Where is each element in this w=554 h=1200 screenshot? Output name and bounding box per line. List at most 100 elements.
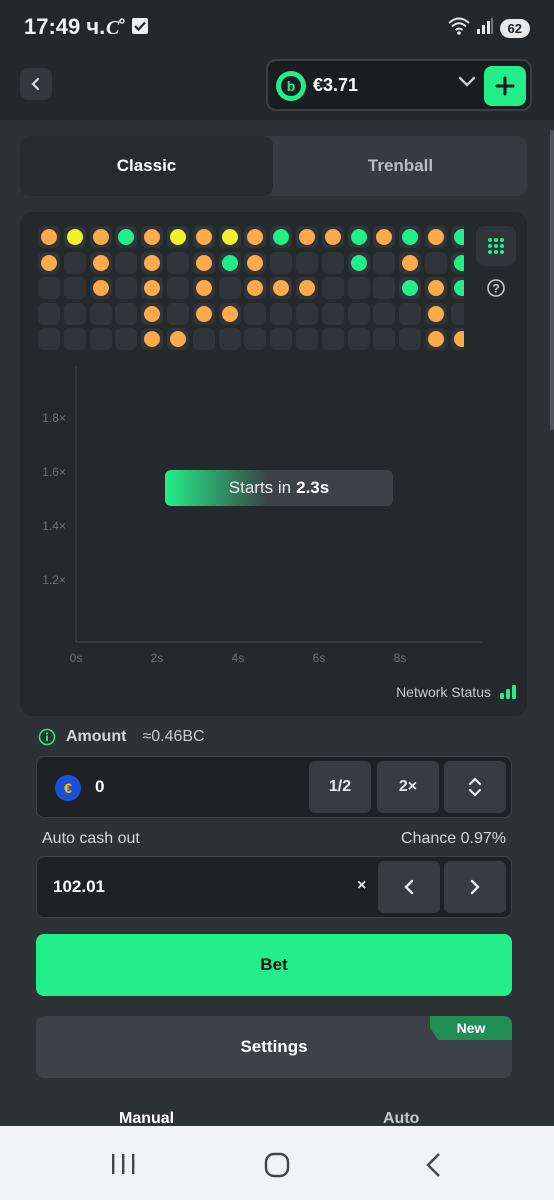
amount-value[interactable]: 0 [95,777,104,797]
history-result-dot[interactable] [453,280,464,297]
history-result-dot[interactable] [376,229,393,245]
history-cell [192,277,215,300]
decrease-button[interactable] [378,861,440,913]
auto-cash-out-input[interactable]: 102.01 × [36,856,512,918]
auto-cash-out-value[interactable]: 102.01 [53,877,105,897]
recent-apps-icon[interactable] [110,1152,136,1176]
chevron-down-icon[interactable] [458,75,476,94]
main-content: Classic Trenball ? 1.8× 1.6× 1.4× 1.2× 0s 2s… [0,120,554,1200]
wallet-selector[interactable]: b €3.71 [266,59,532,111]
history-result-dot[interactable] [92,254,109,271]
amount-range-button[interactable] [444,761,506,813]
history-result-dot[interactable] [144,331,161,348]
history-result-dot[interactable] [273,280,290,297]
help-icon[interactable]: ? [486,278,506,303]
history-cell [450,277,464,300]
y-tick-label: 1.4× [42,519,66,533]
amount-header: Amount ≈0.46BC [38,728,205,746]
history-result-dot[interactable] [144,280,161,297]
history-result-dot[interactable] [453,331,464,348]
history-result-dot[interactable] [144,254,161,271]
x-tick-label: 8s [394,651,407,665]
history-result-dot[interactable] [92,229,109,245]
history-result-dot[interactable] [195,305,212,322]
history-grid-button[interactable] [476,226,516,266]
history-result-dot[interactable] [402,280,419,297]
history-result-dot[interactable] [41,229,57,245]
history-result-dot[interactable] [170,229,186,245]
history-cell [115,226,138,248]
countdown-prefix: Starts in [228,478,292,497]
history-cell [63,328,86,351]
history-cell [141,302,164,325]
history-cell [167,277,189,300]
history-result-dot[interactable] [299,229,315,245]
history-result-dot[interactable] [247,280,264,297]
history-cell [321,251,344,274]
info-icon[interactable] [38,728,56,746]
history-result-dot[interactable] [247,229,264,245]
history-cell [141,328,164,351]
history-result-dot[interactable] [41,254,57,271]
chevron-left-icon [404,879,414,895]
history-cell [347,226,370,248]
history-cell [399,251,422,274]
chevron-right-icon [470,879,480,895]
half-button[interactable]: 1/2 [309,761,371,813]
history-result-dot[interactable] [350,254,367,271]
history-cell [244,251,267,274]
history-result-dot[interactable] [92,280,109,297]
back-button[interactable] [20,68,52,100]
history-result-dot[interactable] [453,254,464,271]
history-result-dot[interactable] [118,229,135,245]
history-result-dot[interactable] [299,280,315,297]
history-result-dot[interactable] [428,331,444,348]
history-result-dot[interactable] [195,229,212,245]
history-result-dot[interactable] [221,305,238,322]
history-cell [141,251,164,274]
amount-input[interactable]: € 0 1/2 2× [36,756,512,818]
history-result-dot[interactable] [170,331,186,348]
network-status: Network Status [396,684,517,700]
history-result-dot[interactable] [428,305,444,322]
history-result-dot[interactable] [221,254,238,271]
history-cell [425,226,447,248]
history-result-dot[interactable] [247,254,264,271]
x-tick-label: 4s [232,651,245,665]
back-nav-icon[interactable] [424,1152,442,1178]
tab-classic[interactable]: Classic [20,136,273,196]
history-result-dot[interactable] [428,280,444,297]
increase-button[interactable] [444,861,506,913]
settings-button[interactable]: Settings New [36,1016,512,1078]
history-cell [270,226,293,248]
chance-label: Chance 0.97% [401,830,506,847]
history-result-dot[interactable] [324,229,341,245]
history-result-dot[interactable] [453,229,464,245]
history-result-dot[interactable] [273,229,290,245]
settings-label: Settings [240,1037,308,1056]
history-result-dot[interactable] [428,229,444,245]
mode-tabs: Classic Trenball [20,136,527,196]
tab-trenball[interactable]: Trenball [274,136,527,196]
double-button[interactable]: 2× [377,761,439,813]
home-icon[interactable] [264,1152,290,1178]
history-result-dot[interactable] [402,254,419,271]
history-cell [347,328,370,351]
history-result-dot[interactable] [350,229,367,245]
history-result-dot[interactable] [195,254,212,271]
history-cell [321,328,344,351]
history-cell [38,328,60,351]
bet-button[interactable]: Bet [36,934,512,996]
history-result-dot[interactable] [221,229,238,245]
history-result-dot[interactable] [402,229,419,245]
history-result-dot[interactable] [195,280,212,297]
history-cell [347,302,370,325]
history-cell [218,302,241,325]
deposit-button[interactable] [484,66,526,106]
history-result-dot[interactable] [144,305,161,322]
history-cell [425,302,447,325]
history-result-dot[interactable] [66,229,83,245]
app-notification-icon: C [104,16,126,43]
history-result-dot[interactable] [144,229,161,245]
scrollbar[interactable] [550,130,554,430]
